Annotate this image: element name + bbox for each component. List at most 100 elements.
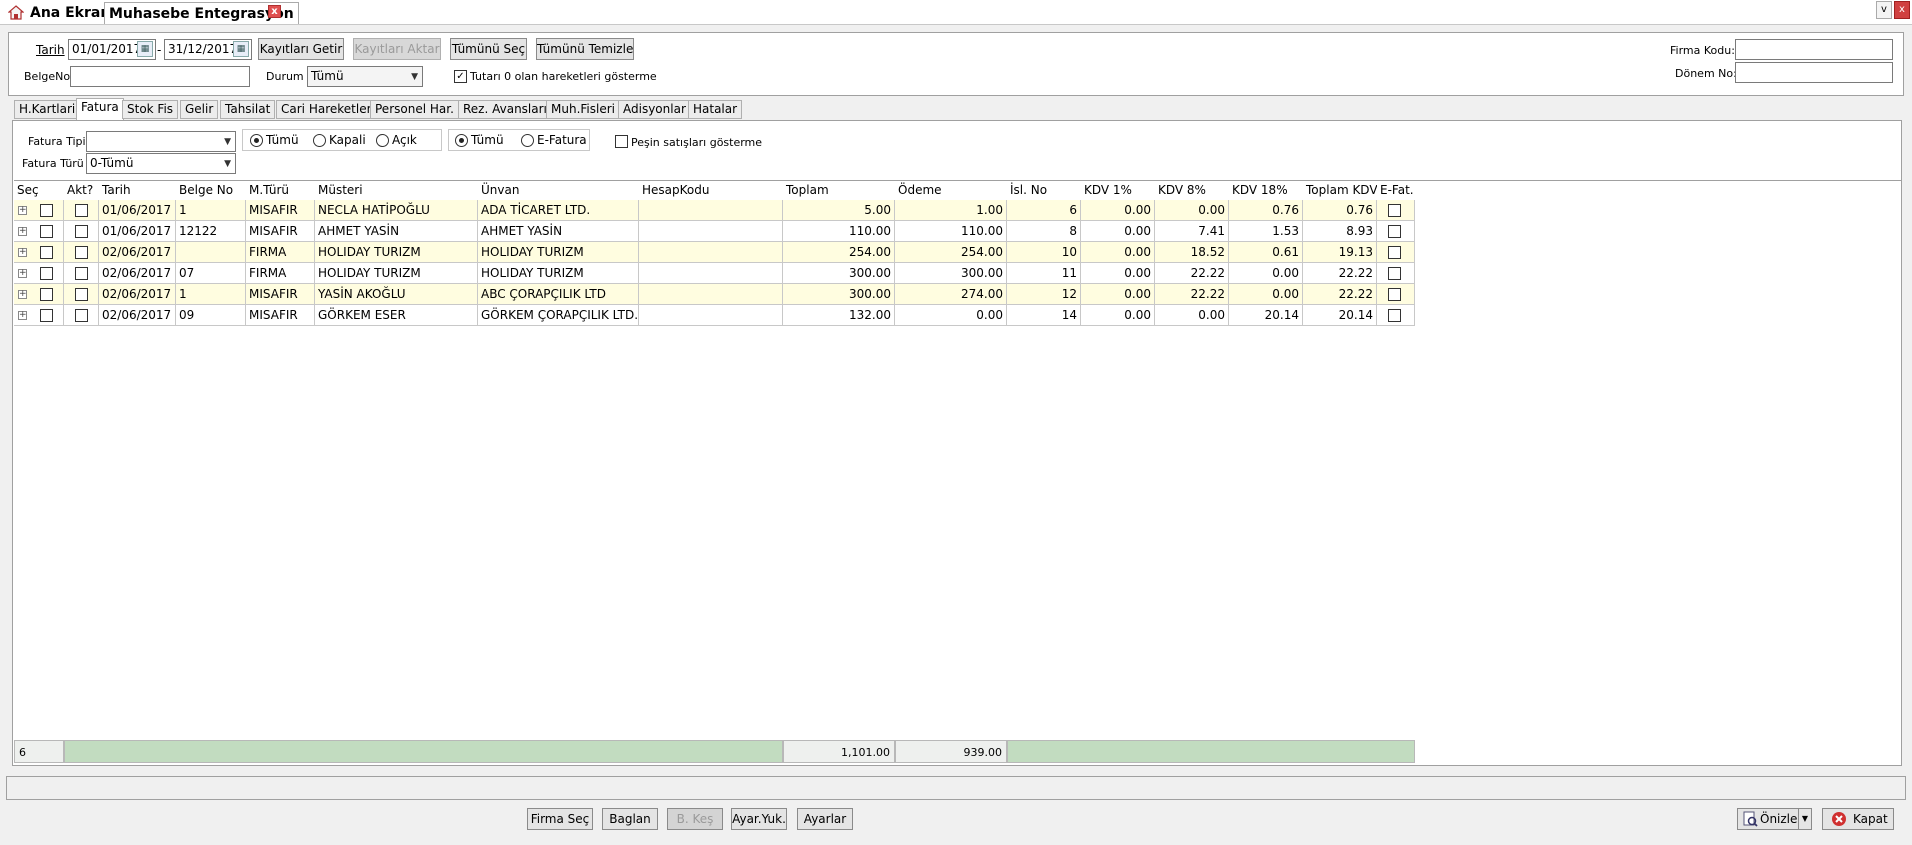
onizle-button[interactable]: Önizle <box>1737 808 1799 830</box>
col-header-m-turu[interactable]: M.Türü <box>246 181 315 200</box>
row-select-checkbox[interactable] <box>40 267 53 280</box>
col-header-belge-no[interactable]: Belge No <box>176 181 246 200</box>
row-akt-checkbox[interactable] <box>75 288 88 301</box>
calendar-icon[interactable]: ▦ <box>233 41 249 57</box>
cell-kdv-1: 0.00 <box>1081 242 1155 263</box>
tab-h-kartlari[interactable]: H.Kartlari <box>14 100 81 119</box>
tab-cari-hareketler[interactable]: Cari Hareketler <box>276 100 377 119</box>
cell-m-turu: FIRMA <box>246 242 315 263</box>
row-akt-checkbox[interactable] <box>75 267 88 280</box>
b-kes-button[interactable]: B. Keş <box>667 808 723 830</box>
tab-tahsilat[interactable]: Tahsilat <box>220 100 276 119</box>
cell-toplam-kdv: 19.13 <box>1303 242 1377 263</box>
row-akt-checkbox[interactable] <box>75 246 88 259</box>
fatura-tipi-select[interactable]: ▼ <box>86 131 236 152</box>
col-header-kdv-18[interactable]: KDV 18% <box>1229 181 1303 200</box>
hide-zero-checkbox[interactable]: ✓ <box>454 70 467 83</box>
row-efat-checkbox[interactable] <box>1388 204 1401 217</box>
fatura-turu-select[interactable]: 0-Tümü ▼ <box>86 153 236 174</box>
donem-no-input[interactable] <box>1735 62 1893 83</box>
tumunu-temizle-button[interactable]: Tümünü Temizle <box>536 38 634 60</box>
tab-muh-fisleri[interactable]: Muh.Fisleri <box>546 100 620 119</box>
chevron-down-icon[interactable]: v <box>1876 1 1892 19</box>
radio-acik[interactable] <box>376 134 389 147</box>
cell-odeme: 0.00 <box>895 305 1007 326</box>
radio-kapali[interactable] <box>313 134 326 147</box>
pesin-checkbox[interactable] <box>615 135 628 148</box>
row-efat-checkbox[interactable] <box>1388 267 1401 280</box>
close-tab-icon[interactable]: x <box>268 5 281 18</box>
tab-fatura[interactable]: Fatura <box>76 98 124 120</box>
row-select-checkbox[interactable] <box>40 204 53 217</box>
expand-icon[interactable]: + <box>18 248 27 257</box>
row-efat-checkbox[interactable] <box>1388 288 1401 301</box>
col-header-e-fat[interactable]: E-Fat. <box>1377 181 1415 200</box>
col-header-tarih[interactable]: Tarih <box>99 181 176 200</box>
col-header-unvan[interactable]: Ünvan <box>478 181 639 200</box>
durum-label: Durum <box>266 70 304 83</box>
tab-personel-har[interactable]: Personel Har. <box>370 100 459 119</box>
row-select-checkbox[interactable] <box>40 309 53 322</box>
col-header-kdv-1[interactable]: KDV 1% <box>1081 181 1155 200</box>
col-header-akt[interactable]: Akt? <box>64 181 99 200</box>
calendar-icon[interactable]: ▦ <box>137 41 153 57</box>
tab-stok-fis[interactable]: Stok Fis <box>122 100 179 119</box>
expand-icon[interactable]: + <box>18 227 27 236</box>
tab-rez-avanslari[interactable]: Rez. Avansları <box>458 100 552 119</box>
cell-toplam-kdv: 0.76 <box>1303 200 1377 221</box>
col-header-sec[interactable]: Seç <box>14 181 62 200</box>
onizle-dropdown-chevron-icon[interactable]: ▼ <box>1798 808 1812 830</box>
cell-isl-no: 6 <box>1007 200 1081 221</box>
expand-icon[interactable]: + <box>18 311 27 320</box>
kapat-button[interactable]: Kapat <box>1822 808 1894 830</box>
row-efat-checkbox[interactable] <box>1388 246 1401 259</box>
tumunu-sec-button[interactable]: Tümünü Seç <box>450 38 527 60</box>
row-efat-checkbox[interactable] <box>1388 225 1401 238</box>
expand-icon[interactable]: + <box>18 269 27 278</box>
kapat-label: Kapat <box>1853 812 1888 826</box>
col-header-kdv-8[interactable]: KDV 8% <box>1155 181 1229 200</box>
radio-efatura-tumu[interactable] <box>455 134 468 147</box>
row-efat-checkbox[interactable] <box>1388 309 1401 322</box>
durum-select[interactable]: Tümü ▼ <box>307 66 423 87</box>
col-header-musteri[interactable]: Müsteri <box>315 181 478 200</box>
col-header-toplam[interactable]: Toplam <box>783 181 895 200</box>
kayitlari-getir-button[interactable]: Kayıtları Getir <box>258 38 344 60</box>
radio-tumu[interactable] <box>250 134 263 147</box>
row-akt-checkbox[interactable] <box>75 309 88 322</box>
radio-tumu-label: Tümü <box>266 133 299 147</box>
chevron-down-icon: ▼ <box>411 72 418 82</box>
expand-icon[interactable]: + <box>18 290 27 299</box>
window-close-icon[interactable]: x <box>1894 1 1910 19</box>
date-separator: - <box>157 43 162 57</box>
baglan-button[interactable]: Baglan <box>602 808 658 830</box>
ayar-yuk-button[interactable]: Ayar.Yuk. <box>731 808 787 830</box>
expand-icon[interactable]: + <box>18 206 27 215</box>
radio-efatura[interactable] <box>521 134 534 147</box>
tab-hatalar[interactable]: Hatalar <box>688 100 743 119</box>
kayitlari-aktar-button[interactable]: Kayıtları Aktar <box>353 38 441 60</box>
cell-akt <box>64 242 99 263</box>
firma-kodu-input[interactable] <box>1735 39 1893 60</box>
cell-sec: + <box>14 200 64 221</box>
row-select-checkbox[interactable] <box>40 246 53 259</box>
col-header-hesap-kodu[interactable]: HesapKodu <box>639 181 783 200</box>
row-akt-checkbox[interactable] <box>75 204 88 217</box>
col-header-toplam-kdv[interactable]: Toplam KDV <box>1303 181 1377 200</box>
firma-kodu-label: Firma Kodu: <box>1670 44 1735 57</box>
row-select-checkbox[interactable] <box>40 225 53 238</box>
row-akt-checkbox[interactable] <box>75 225 88 238</box>
home-icon[interactable] <box>8 5 24 20</box>
cell-unvan: HOLIDAY TURIZM <box>478 263 639 284</box>
belgeno-input[interactable] <box>70 66 250 87</box>
tab-gelir[interactable]: Gelir <box>180 100 219 119</box>
tarih-label: Tarih <box>36 43 65 57</box>
ayarlar-button[interactable]: Ayarlar <box>797 808 853 830</box>
firma-sec-button[interactable]: Firma Seç <box>527 808 593 830</box>
row-select-checkbox[interactable] <box>40 288 53 301</box>
tab-ana-ekran[interactable]: Ana Ekran <box>26 2 114 24</box>
cell-unvan: HOLIDAY TURIZM <box>478 242 639 263</box>
tab-adisyonlar[interactable]: Adisyonlar <box>618 100 691 119</box>
col-header-odeme[interactable]: Ödeme <box>895 181 1007 200</box>
col-header-isl-no[interactable]: İsl. No <box>1007 181 1081 200</box>
